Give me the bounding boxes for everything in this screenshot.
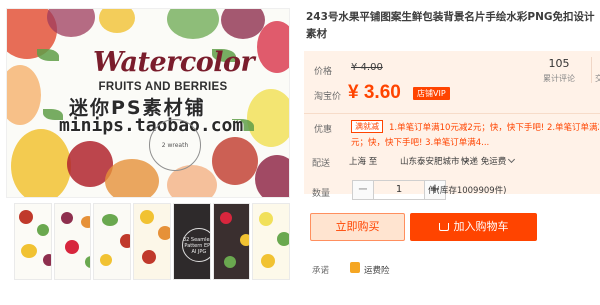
thumbnail-5[interactable]: 32 Seamless Pattern EPS AI JPG	[172, 203, 211, 280]
artwork-subtitle: FRUITS AND BERRIES	[98, 81, 228, 93]
shipping-label: 配送	[312, 159, 331, 169]
fruit-decoration	[212, 137, 258, 185]
thumbnail-1[interactable]	[14, 203, 52, 280]
product-title: 243号水果平铺图案生鲜包装背景名片手绘水彩PNG免扣设计	[306, 11, 595, 23]
transaction-label: 交	[595, 74, 600, 83]
fruit-decoration	[11, 129, 71, 197]
promo-label: 优惠	[314, 125, 333, 135]
shipping-insurance-link[interactable]: 运费险	[364, 264, 390, 276]
wreath-badge-label: 2 wreath	[161, 141, 189, 149]
taobao-price-label: 淘宝价	[314, 92, 342, 102]
list-price-label: 价格	[314, 67, 333, 77]
review-count-label: 累计评论	[543, 74, 575, 83]
cart-icon	[438, 223, 449, 231]
buy-now-button[interactable]: 立即购买	[310, 213, 405, 241]
thumbnail-3[interactable]	[93, 203, 132, 280]
shipping-method: 快递 免运费	[461, 157, 507, 167]
fruit-decoration	[247, 89, 289, 147]
quantity-label: 数量	[312, 189, 331, 199]
thumbnail-7[interactable]	[252, 203, 291, 280]
promise-label: 承诺	[312, 266, 330, 276]
stat-divider	[591, 57, 592, 83]
shipping-method-select[interactable]: 快递 免运费	[461, 155, 516, 167]
promo-badge: 满就减	[351, 120, 383, 133]
chevron-down-icon	[508, 155, 516, 164]
product-gallery: Watercolor FRUITS AND BERRIES 迷你PS素材铺 mi…	[0, 0, 297, 305]
shipping-insurance-icon	[350, 262, 360, 273]
stock-info: 件(库存1009909件)	[428, 186, 507, 196]
shipping-destination-select[interactable]: 山东泰安肥城市	[400, 155, 469, 167]
shipping-destination: 山东泰安肥城市	[400, 157, 460, 167]
review-stat[interactable]: 105 累计评论	[532, 57, 586, 84]
add-to-cart-button[interactable]: 加入购物车	[410, 213, 537, 241]
review-count: 105	[548, 57, 570, 70]
fruit-decoration	[167, 9, 219, 39]
price-panel: 价格 ¥ 4.00 105 累计评论 交 淘宝价 ¥ 3.60 店铺VIP 优惠…	[304, 51, 600, 194]
promo-text-continued[interactable]: 元；快，快下手吧! 3.单笔订单满4...	[351, 136, 599, 151]
list-price: ¥ 4.00	[351, 62, 383, 73]
leaf-decoration	[37, 49, 59, 61]
fruit-decoration	[105, 159, 159, 197]
transaction-stat[interactable]: 交	[595, 57, 600, 84]
product-title-continued: 素材	[306, 28, 327, 40]
vip-badge: 店铺VIP	[413, 87, 450, 100]
taobao-price: ¥ 3.60	[348, 82, 401, 103]
wreath-badge: 2 wreath	[149, 119, 201, 171]
shipping-origin: 上海 至	[349, 157, 378, 167]
product-info-panel: 243号水果平铺图案生鲜包装背景名片手绘水彩PNG免扣设计 素材 价格 ¥ 4.…	[302, 0, 600, 305]
thumbnail-2[interactable]	[53, 203, 92, 280]
price-divider	[304, 113, 600, 114]
quantity-input[interactable]: 1	[374, 180, 424, 200]
main-product-image[interactable]: Watercolor FRUITS AND BERRIES 迷你PS素材铺 mi…	[6, 8, 290, 198]
artwork-title: Watercolor	[93, 47, 255, 78]
promo-text: 1.单笔订单满10元减2元；快，快下手吧! 2.单笔订单满20	[389, 123, 599, 133]
thumbnail-caption: 32 Seamless Pattern EPS AI JPG	[181, 228, 210, 262]
add-to-cart-label: 加入购物车	[453, 220, 509, 233]
thumbnail-6[interactable]	[212, 203, 251, 280]
decrease-quantity-button[interactable]: −	[352, 180, 374, 200]
fruit-decoration	[7, 65, 41, 125]
fruit-decoration	[255, 155, 289, 197]
thumbnail-4[interactable]	[133, 203, 171, 280]
fruit-decoration	[257, 21, 289, 73]
fruit-decoration	[99, 9, 135, 33]
thumbnail-strip: 32 Seamless Pattern EPS AI JPG	[14, 203, 291, 280]
